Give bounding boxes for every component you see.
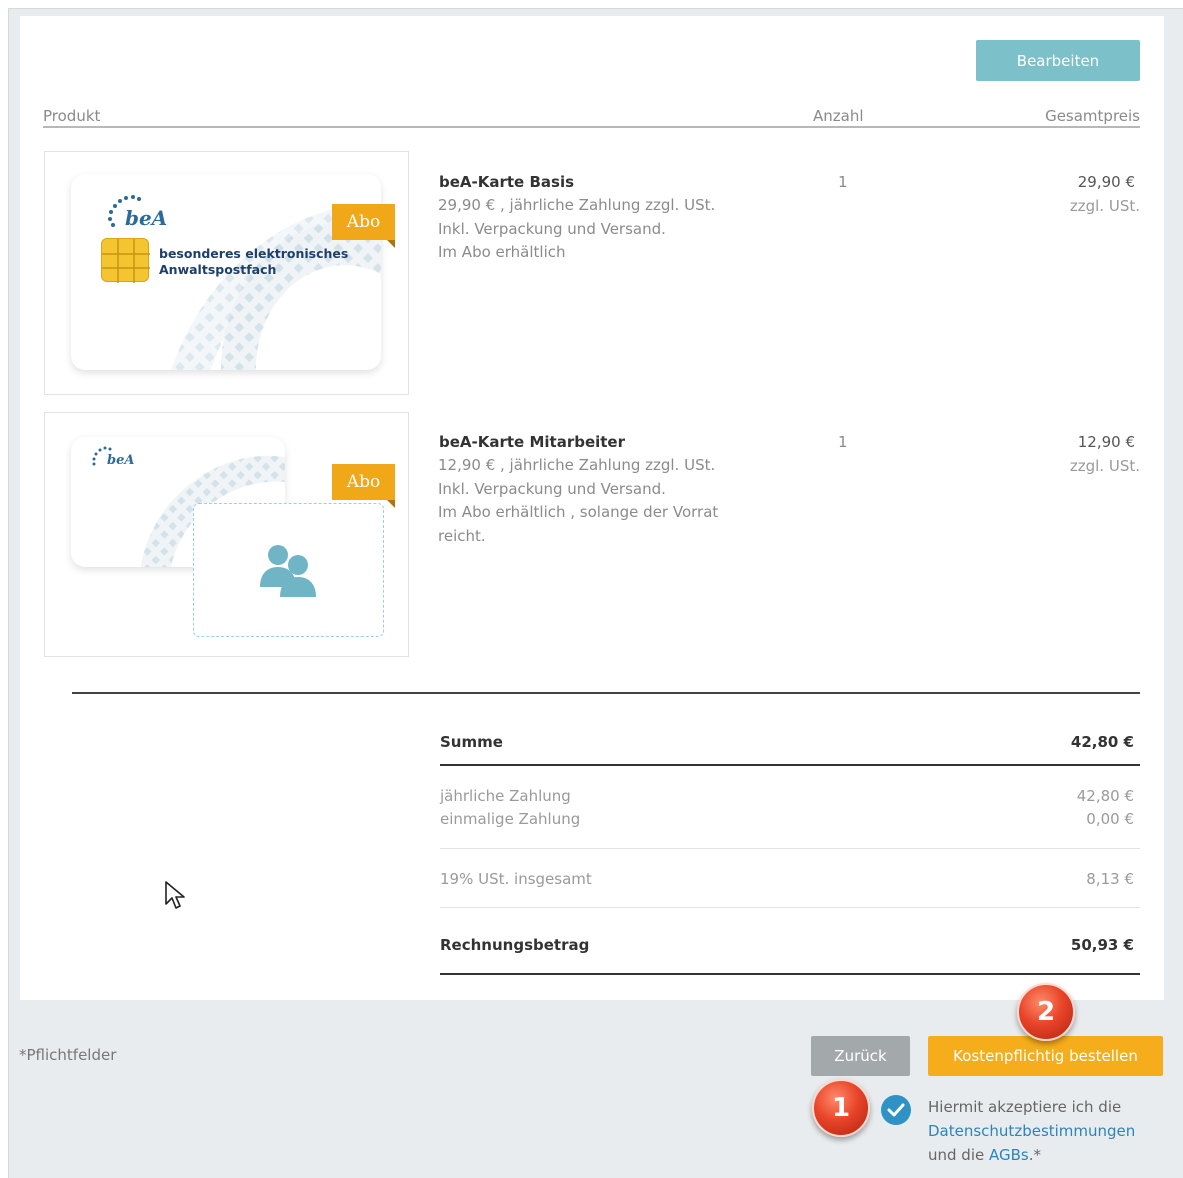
sum-value: 42,80 € <box>1070 733 1134 751</box>
card-caption: besonderes elektronisches Anwaltspostfac… <box>159 246 348 278</box>
product-quantity: 1 <box>838 173 848 191</box>
chip-contacts <box>102 239 150 283</box>
one-time-payment-label: einmalige Zahlung <box>440 810 581 828</box>
bea-logo-text: beA <box>107 453 135 468</box>
sum-divider <box>440 764 1140 766</box>
checkmark-icon <box>887 1103 905 1117</box>
bea-logo-text: beA <box>125 206 168 230</box>
card-caption-line2: Anwaltspostfach <box>159 262 277 277</box>
product-description: 29,90 € , jährliche Zahlung zzgl. USt. I… <box>438 194 758 265</box>
privacy-policy-link[interactable]: Datenschutzbestimmungen <box>928 1122 1135 1140</box>
product-title: beA-Karte Basis <box>439 173 575 191</box>
order-button[interactable]: Kostenpflichtig bestellen <box>928 1036 1163 1076</box>
annual-payment-label: jährliche Zahlung <box>440 787 571 805</box>
abo-badge: Abo <box>332 464 395 508</box>
product-description: 12,90 € , jährliche Zahlung zzgl. USt. I… <box>438 454 758 548</box>
product-desc-line: Im Abo erhältlich , solange der Vorrat <box>438 503 719 521</box>
column-header-product: Produkt <box>43 107 101 125</box>
sum-label: Summe <box>440 733 503 751</box>
tax-value: 8,13 € <box>1086 870 1134 888</box>
product-desc-line: Inkl. Verpackung und Versand. <box>438 219 666 238</box>
employee-card-placeholder <box>193 503 384 637</box>
card-caption-line1: besonderes elektronisches <box>159 246 349 261</box>
product-desc-line: 12,90 € , jährliche Zahlung zzgl. USt. <box>438 456 716 474</box>
products-divider <box>72 692 1140 694</box>
column-header-quantity: Anzahl <box>813 107 864 125</box>
product-desc-line: Inkl. Verpackung und Versand. <box>438 479 666 498</box>
product-desc-line: reicht. <box>438 526 486 545</box>
tax-divider <box>440 907 1140 908</box>
column-header-total-price: Gesamtpreis <box>1045 107 1140 125</box>
product-price: 29,90 € <box>1077 173 1135 191</box>
consent-text-required-mark: .* <box>1028 1146 1042 1164</box>
consent-text: Hiermit akzeptiere ich die Datenschutzbe… <box>928 1095 1168 1167</box>
step-marker-2: 2 <box>1017 983 1075 1041</box>
bea-logo-small: beA <box>89 445 134 475</box>
required-fields-note: *Pflichtfelder <box>19 1046 117 1064</box>
product-desc-line: Im Abo erhältlich <box>438 243 566 261</box>
product-title: beA-Karte Mitarbeiter <box>439 433 626 451</box>
abo-badge: Abo <box>332 204 395 248</box>
one-time-payment-value: 0,00 € <box>1086 810 1134 828</box>
step-marker-1: 1 <box>812 1079 870 1137</box>
payment-breakdown-values: 42,80 € 0,00 € <box>980 785 1134 831</box>
product-image-basis: beA besonderes elektronisches Anwaltspos… <box>44 151 409 395</box>
invoice-total-value: 50,93 € <box>1070 936 1134 954</box>
product-price-note: zzgl. USt. <box>1069 197 1140 215</box>
consent-text-and: und die <box>928 1146 985 1164</box>
header-divider <box>43 126 1140 128</box>
product-quantity: 1 <box>838 433 848 451</box>
annual-payment-value: 42,80 € <box>1076 787 1134 805</box>
tax-label: 19% USt. insgesamt <box>440 870 592 888</box>
terms-link[interactable]: AGBs <box>989 1146 1029 1164</box>
product-desc-line: 29,90 € , jährliche Zahlung zzgl. USt. <box>438 196 716 214</box>
users-icon <box>259 545 316 597</box>
product-price: 12,90 € <box>1077 433 1135 451</box>
edit-button[interactable]: Bearbeiten <box>976 40 1140 81</box>
invoice-total-label: Rechnungsbetrag <box>440 936 590 954</box>
cursor-arrow-icon <box>165 881 185 909</box>
breakdown-divider <box>440 848 1140 849</box>
consent-checkbox[interactable] <box>881 1095 911 1125</box>
invoice-divider <box>440 973 1140 975</box>
sim-chip-icon <box>101 238 150 283</box>
consent-text-intro: Hiermit akzeptiere ich die <box>928 1098 1122 1116</box>
back-button[interactable]: Zurück <box>811 1036 910 1076</box>
product-price-note: zzgl. USt. <box>1069 457 1140 475</box>
product-image-mitarbeiter: beA Abo <box>44 412 409 657</box>
payment-breakdown-labels: jährliche Zahlung einmalige Zahlung <box>440 785 580 831</box>
bea-logo: beA <box>103 192 167 236</box>
